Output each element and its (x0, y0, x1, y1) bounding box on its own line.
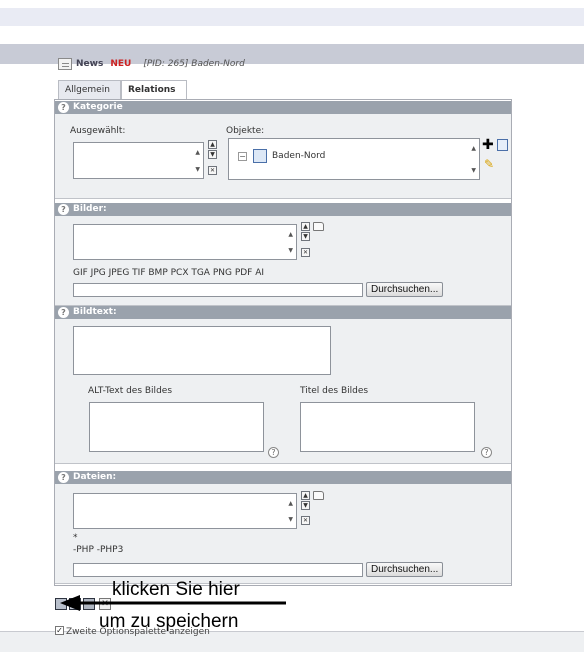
scroll-up-icon[interactable]: ▲ (471, 145, 476, 152)
callout-line-1: klicken Sie hier (112, 579, 240, 600)
record-type: News (76, 59, 104, 69)
objects-tree[interactable]: − Baden-Nord ▲ ▼ (228, 138, 480, 180)
document-icon (58, 58, 72, 70)
edit-icon[interactable]: ✎ (484, 158, 494, 170)
remove-icon[interactable]: ✕ (301, 248, 310, 257)
move-down-icon[interactable]: ▼ (208, 150, 217, 159)
images-list[interactable]: ▲ ▼ (73, 224, 297, 260)
section-bilder-header: ? Bilder: (55, 203, 511, 216)
section-bildtext-header: ? Bildtext: (55, 306, 511, 319)
caption-textarea[interactable] (73, 326, 331, 375)
files-list[interactable]: ▲ ▼ (73, 493, 297, 529)
record-title: News NEU [PID: 265] Baden-Nord (58, 58, 245, 70)
second-options-checkbox[interactable]: ✓ (55, 626, 64, 635)
header-overlay (0, 44, 584, 58)
remove-icon[interactable]: ✕ (208, 166, 217, 175)
new-badge: NEU (110, 59, 132, 69)
browse-button[interactable]: Durchsuchen... (366, 562, 444, 577)
allowed-files-wildcard: * (73, 533, 78, 543)
scroll-up-icon[interactable]: ▲ (195, 149, 200, 156)
scroll-up-icon[interactable]: ▲ (288, 500, 293, 507)
image-title-label: Titel des Bildes (300, 386, 369, 396)
tab-allgemein[interactable]: Allgemein (58, 80, 121, 99)
image-title-textarea[interactable] (300, 402, 475, 452)
record-path: [PID: 265] Baden-Nord (143, 59, 245, 69)
scroll-down-icon[interactable]: ▼ (288, 247, 293, 254)
disallowed-file-types: -PHP -PHP3 (73, 545, 124, 555)
folder-icon[interactable] (313, 222, 324, 231)
section-kategorie-header: ? Kategorie (55, 101, 511, 114)
second-options-label: Zweite Optionspalette anzeigen (66, 627, 210, 637)
section-title: Kategorie (73, 102, 123, 112)
add-icon[interactable]: ✚ (482, 138, 494, 152)
alt-text-label: ALT-Text des Bildes (88, 386, 173, 396)
help-icon[interactable]: ? (58, 204, 69, 215)
objects-label: Objekte: (226, 126, 265, 136)
scroll-down-icon[interactable]: ▼ (195, 166, 200, 173)
tree-minus-icon[interactable]: − (238, 152, 247, 161)
selected-categories-list[interactable]: ▲ ▼ (73, 142, 204, 179)
help-icon[interactable]: ? (58, 307, 69, 318)
help-icon[interactable]: ? (268, 447, 279, 458)
move-down-icon[interactable]: ▼ (301, 232, 310, 241)
section-title: Dateien: (73, 472, 117, 482)
file-input[interactable] (73, 563, 363, 577)
help-icon[interactable]: ? (58, 102, 69, 113)
section-dateien-header: ? Dateien: (55, 471, 511, 484)
section-title: Bilder: (73, 204, 107, 214)
page-icon (253, 149, 267, 163)
help-icon[interactable]: ? (481, 447, 492, 458)
move-down-icon[interactable]: ▼ (301, 501, 310, 510)
tab-relations[interactable]: Relations (121, 80, 187, 100)
move-up-icon[interactable]: ▲ (208, 140, 217, 149)
tree-item[interactable]: Baden-Nord (272, 151, 325, 161)
browser-toolbar (0, 8, 584, 26)
folder-icon[interactable] (313, 491, 324, 500)
move-up-icon[interactable]: ▲ (301, 222, 310, 231)
alt-text-textarea[interactable] (89, 402, 264, 452)
browse-button[interactable]: Durchsuchen... (366, 282, 444, 297)
new-record-icon[interactable] (497, 139, 508, 151)
image-file-input[interactable] (73, 283, 363, 297)
scroll-down-icon[interactable]: ▼ (288, 516, 293, 523)
move-up-icon[interactable]: ▲ (301, 491, 310, 500)
selected-label: Ausgewählt: (70, 126, 126, 136)
scroll-down-icon[interactable]: ▼ (471, 167, 476, 174)
allowed-types: GIF JPG JPEG TIF BMP PCX TGA PNG PDF AI (73, 268, 265, 278)
help-icon[interactable]: ? (58, 472, 69, 483)
section-title: Bildtext: (73, 307, 117, 317)
scroll-up-icon[interactable]: ▲ (288, 231, 293, 238)
remove-icon[interactable]: ✕ (301, 516, 310, 525)
